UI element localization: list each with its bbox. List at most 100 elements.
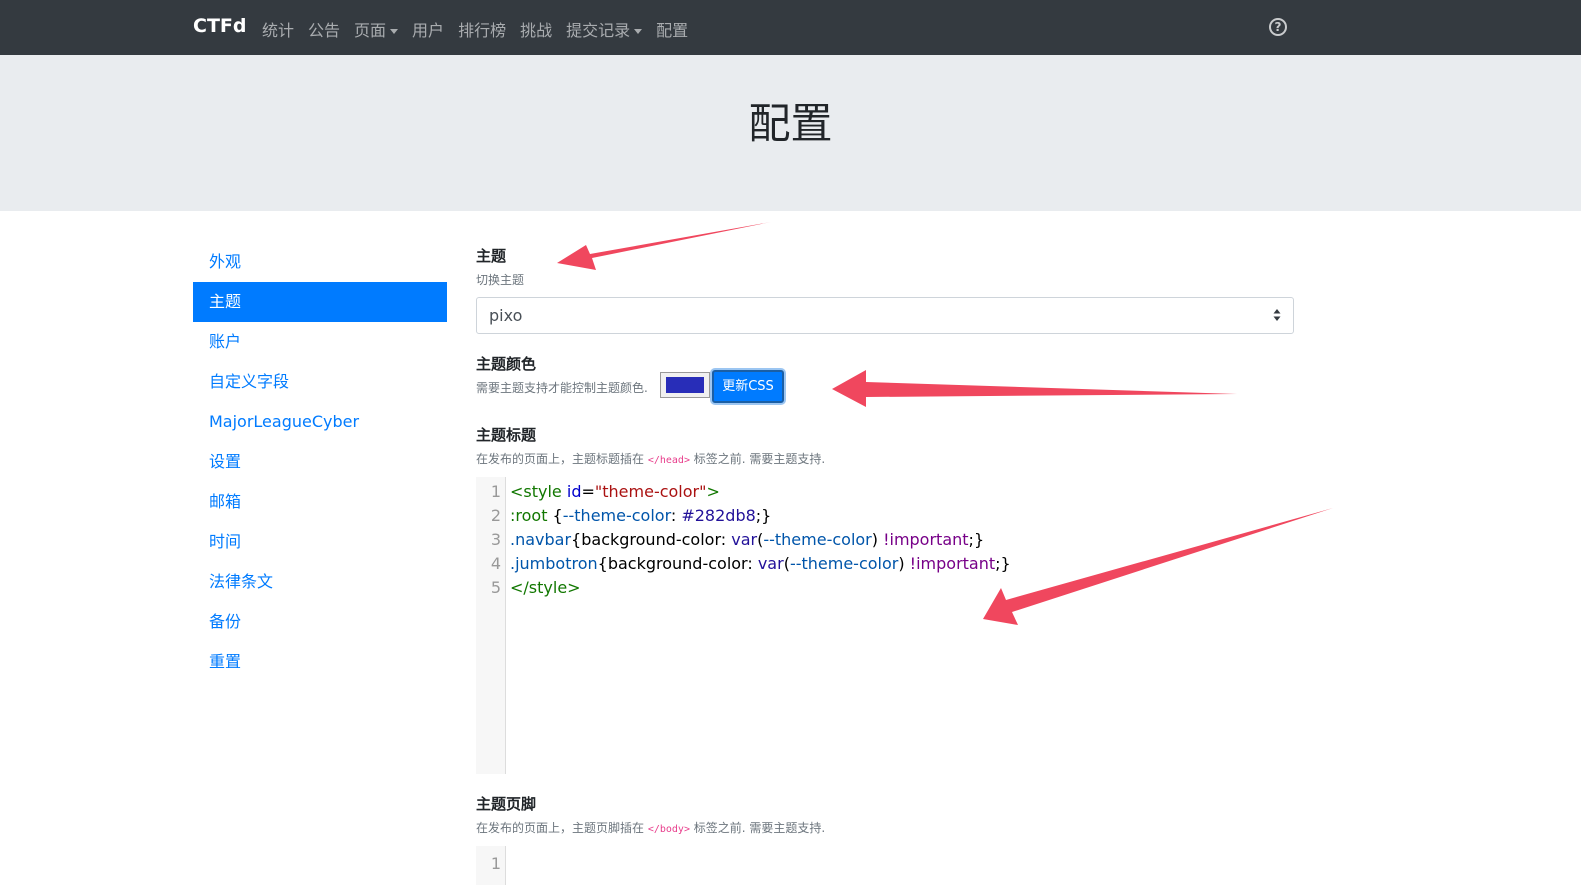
theme-footer-code: 1 (476, 849, 1294, 876)
sidebar-item-6[interactable]: 邮箱 (193, 482, 447, 522)
code-token: id (566, 482, 582, 501)
sidebar-item-5[interactable]: 设置 (193, 442, 447, 482)
code-token: --theme-color (763, 530, 872, 549)
sidebar-item-9[interactable]: 备份 (193, 602, 447, 642)
theme-footer-help: 在发布的页面上，主题页脚插在 </body> 标签之前. 需要主题支持. (476, 819, 825, 836)
code-text: .navbar{background-color: var(--theme-co… (506, 528, 984, 552)
question-circle-icon[interactable]: ? (1269, 18, 1287, 36)
nav-item-label: 排行榜 (458, 21, 507, 40)
code-token: #282db8 (681, 506, 756, 525)
code-line: 4 .jumbotron{background-color: var(--them… (476, 552, 1294, 576)
nav-item-label: 挑战 (520, 21, 553, 40)
nav-item-2[interactable]: 页面 (354, 17, 399, 41)
code-text: .jumbotron{background-color: var(--theme… (506, 552, 1011, 576)
code-token: ;} (995, 554, 1011, 573)
code-token: --theme-color (789, 554, 899, 573)
sidebar-item-0[interactable]: 外观 (193, 242, 447, 282)
line-number: 2 (490, 506, 501, 525)
top-navbar: CTFd 统计 公告 页面 用户 排行榜 挑战 提交记录 配置 ? (0, 0, 1581, 55)
theme-select-value: pixo (489, 306, 523, 325)
theme-header-help-after: 标签之前. 需要主题支持. (689, 452, 826, 466)
sidebar-item-3[interactable]: 自定义字段 (193, 362, 447, 402)
theme-footer-help-after: 标签之前. 需要主题支持. (689, 821, 826, 835)
theme-footer-help-before: 在发布的页面上，主题页脚插在 (476, 821, 648, 835)
nav-item-label: 统计 (262, 21, 295, 40)
theme-color-picker[interactable] (660, 372, 710, 398)
sidebar-item-10[interactable]: 重置 (193, 642, 447, 682)
code-line: 5 </style> (476, 576, 1294, 600)
theme-footer-label: 主题页脚 (476, 795, 537, 813)
update-css-button[interactable]: 更新CSS (712, 370, 784, 403)
code-token: : (670, 506, 682, 525)
select-arrows-icon (1273, 309, 1281, 321)
sidebar-item-1[interactable]: 主题 (193, 282, 447, 322)
nav-item-5[interactable]: 挑战 (520, 17, 552, 41)
code-token: {background-color: (597, 554, 758, 573)
code-token: ) (871, 530, 884, 549)
code-token: {background-color: (571, 530, 732, 549)
code-token: ) (898, 554, 910, 573)
body-tag-code: </body> (647, 824, 690, 835)
nav-item-1[interactable]: 公告 (308, 17, 340, 41)
theme-header-help-before: 在发布的页面上，主题标题插在 (476, 452, 648, 466)
code-token: !important (883, 530, 969, 549)
nav-menu: 统计 公告 页面 用户 排行榜 挑战 提交记录 配置 (262, 17, 702, 41)
page-title: 配置 (748, 99, 833, 148)
code-text: </style> (506, 576, 581, 600)
code-token: { (547, 506, 563, 525)
nav-item-label: 用户 (412, 21, 445, 40)
arrow-to-update-css (832, 370, 1237, 407)
sidebar-item-7[interactable]: 时间 (193, 522, 447, 562)
theme-color-help: 需要主题支持才能控制主题颜色. (476, 381, 648, 395)
code-token: :root (510, 506, 548, 525)
code-token: = (581, 482, 595, 501)
nav-item-label: 页面 (354, 21, 387, 40)
code-token: ;} (755, 506, 772, 525)
code-text: <style id="theme-color"> (506, 480, 720, 504)
line-number: 1 (490, 854, 501, 873)
code-token: ;} (968, 530, 985, 549)
code-token: </style> (510, 578, 581, 597)
theme-header-code: 1 <style id="theme-color"> 2:root {--theme… (476, 480, 1294, 600)
code-token: .navbar (510, 530, 572, 549)
code-token: --theme-color (562, 506, 671, 525)
sidebar-item-2[interactable]: 账户 (193, 322, 447, 362)
theme-header-label: 主题标题 (476, 426, 537, 444)
code-token: "theme-color" (594, 482, 707, 501)
nav-item-3[interactable]: 用户 (412, 17, 444, 41)
theme-color-label: 主题颜色 (476, 355, 537, 373)
caret-down-icon (390, 29, 399, 34)
nav-item-4[interactable]: 排行榜 (458, 17, 506, 41)
code-token: !important (909, 554, 996, 573)
code-token: .jumbotron (510, 554, 598, 573)
code-line: 1 <style id="theme-color"> (476, 480, 1294, 504)
theme-header-editor[interactable]: 1 <style id="theme-color"> 2:root {--theme… (476, 477, 1294, 774)
config-sidebar: 外观 主题 账户 自定义字段 MajorLeagueCyber 设置 邮箱 时间 法律条文 备份重… (193, 242, 447, 682)
sidebar-item-8[interactable]: 法律条文 (193, 562, 447, 602)
sidebar-item-4[interactable]: MajorLeagueCyber (193, 402, 447, 442)
nav-item-0[interactable]: 统计 (262, 17, 294, 41)
nav-item-label: 提交记录 (566, 21, 631, 40)
nav-item-7[interactable]: 配置 (656, 17, 688, 41)
code-line: 1 (476, 852, 1294, 876)
code-token: var (731, 530, 758, 549)
line-number: 5 (490, 578, 501, 597)
theme-footer-editor[interactable]: 1 (476, 846, 1294, 885)
theme-color-swatch (666, 377, 704, 393)
line-number: 4 (490, 554, 501, 573)
line-number: 3 (490, 530, 501, 549)
nav-item-label: 公告 (308, 21, 341, 40)
code-token: > (706, 482, 720, 501)
arrow-to-theme (557, 222, 771, 270)
theme-header-help: 在发布的页面上，主题标题插在 </head> 标签之前. 需要主题支持. (476, 450, 825, 467)
code-text: :root {--theme-color: #282db8;} (506, 504, 771, 528)
nav-item-6[interactable]: 提交记录 (566, 17, 643, 41)
caret-down-icon (634, 29, 643, 34)
code-line: 2 :root {--theme-color: #282db8;} (476, 504, 1294, 528)
theme-help: 切换主题 (476, 273, 525, 287)
theme-label: 主题 (476, 247, 507, 265)
jumbotron: 配置 (0, 55, 1581, 211)
head-tag-code: </head> (647, 455, 690, 466)
brand-logo[interactable]: CTFd (193, 15, 246, 37)
theme-select[interactable]: pixo (476, 297, 1294, 334)
